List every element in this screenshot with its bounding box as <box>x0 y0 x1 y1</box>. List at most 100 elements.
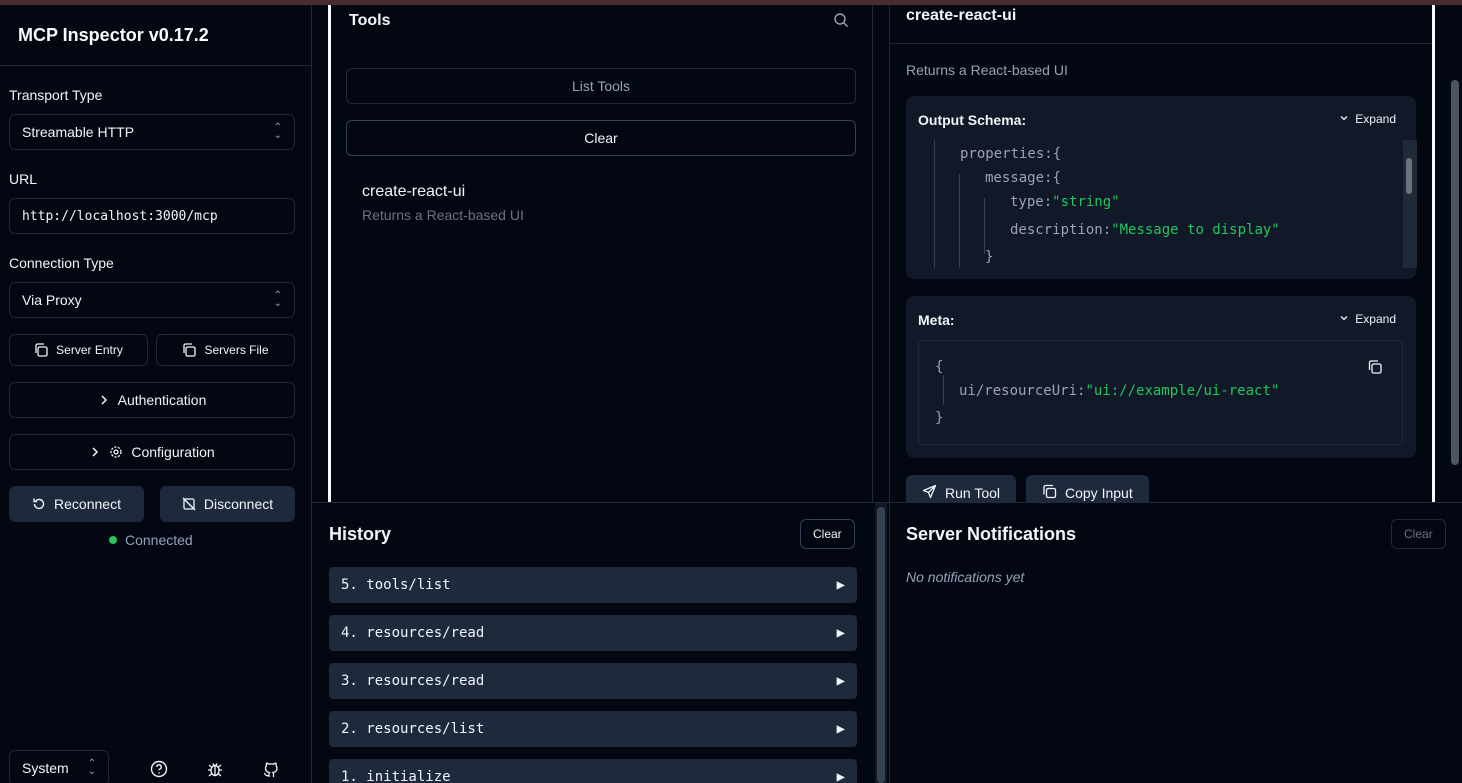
history-title: History <box>329 524 392 544</box>
server-notifications-panel: Server Notifications Clear No notificati… <box>889 503 1462 783</box>
tools-title: Tools <box>349 12 391 29</box>
history-item[interactable]: 2. resources/list ▶ <box>329 711 857 747</box>
code-brace: { <box>1052 146 1062 162</box>
connection-status: Connected <box>109 532 193 548</box>
reconnect-label: Reconnect <box>54 496 121 512</box>
copy-icon <box>1042 484 1057 502</box>
code-brace: } <box>935 410 944 426</box>
url-input[interactable]: http://localhost:3000/mcp <box>9 198 295 234</box>
connection-type-select[interactable]: Via Proxy ⌃ ⌄ <box>9 282 295 318</box>
history-item-label: 4. resources/read <box>341 625 485 641</box>
history-item-label: 1. initialize <box>341 769 451 783</box>
send-icon <box>922 484 937 502</box>
expand-schema-button[interactable]: Expand <box>1339 112 1396 126</box>
run-tool-button[interactable]: Run Tool <box>906 475 1017 502</box>
server-entry-label: Server Entry <box>56 343 123 357</box>
status-dot-icon <box>109 536 117 544</box>
search-icon[interactable] <box>833 12 849 33</box>
run-tool-label: Run Tool <box>945 485 1001 501</box>
copy-input-label: Copy Input <box>1065 485 1133 501</box>
notifications-empty-text: No notifications yet <box>906 569 1025 585</box>
chevron-down-icon <box>1339 112 1349 126</box>
tool-detail-description: Returns a React-based UI <box>906 62 1068 78</box>
indent-guide <box>959 174 960 268</box>
disconnect-button[interactable]: Disconnect <box>160 486 295 522</box>
tool-detail-title: create-react-ui <box>906 7 1017 24</box>
authentication-toggle[interactable]: Authentication <box>9 382 295 418</box>
url-value: http://localhost:3000/mcp <box>22 208 218 224</box>
reconnect-button[interactable]: Reconnect <box>9 486 144 522</box>
history-scrollbar-thumb[interactable] <box>877 507 885 783</box>
code-brace: { <box>935 359 944 375</box>
clear-tools-button[interactable]: Clear <box>346 120 856 156</box>
list-tools-button[interactable]: List Tools <box>346 68 856 104</box>
chevron-up-down-icon: ⌃ ⌄ <box>273 290 282 309</box>
history-item[interactable]: 1. initialize ▶ <box>329 759 857 783</box>
indent-guide <box>943 375 944 405</box>
configuration-toggle[interactable]: Configuration <box>9 434 295 470</box>
history-panel: History Clear 5. tools/list ▶ 4. resource… <box>312 503 873 783</box>
disconnect-label: Disconnect <box>203 496 274 512</box>
code-string: "Message to display" <box>1111 222 1280 238</box>
server-entry-button[interactable]: Server Entry <box>9 334 148 366</box>
history-item[interactable]: 5. tools/list ▶ <box>329 567 857 603</box>
connection-type-label: Connection Type <box>9 255 114 271</box>
copy-icon[interactable] <box>1367 359 1383 380</box>
code-key: description: <box>1010 222 1112 238</box>
refresh-icon <box>32 497 46 511</box>
help-icon[interactable] <box>150 760 168 778</box>
clear-history-button[interactable]: Clear <box>800 519 855 549</box>
chevron-up-down-icon: ⌃ ⌄ <box>87 758 96 777</box>
meta-card: Meta: Expand { ui/resourceUri:"ui://exam… <box>906 296 1416 458</box>
history-item-label: 2. resources/list <box>341 721 485 737</box>
chevron-down-icon <box>1339 312 1349 326</box>
tool-item-description: Returns a React-based UI <box>362 207 524 223</box>
app-title: MCP Inspector v0.17.2 <box>18 25 209 45</box>
transport-type-label: Transport Type <box>9 87 103 103</box>
gear-icon <box>109 445 123 459</box>
connection-status-label: Connected <box>125 532 193 548</box>
code-brace: } <box>985 249 994 265</box>
configuration-label: Configuration <box>131 444 215 460</box>
meta-json-box: { ui/resourceUri:"ui://example/ui-react"… <box>918 340 1403 445</box>
code-brace: { <box>1052 170 1061 186</box>
chevron-up-down-icon: ⌃ ⌄ <box>273 122 282 141</box>
code-key: ui/resourceUri: <box>959 383 1086 399</box>
divider <box>890 43 1432 44</box>
authentication-label: Authentication <box>117 392 207 408</box>
code-string: "string" <box>1052 194 1120 210</box>
indent-guide <box>934 140 935 268</box>
transport-type-value: Streamable HTTP <box>22 124 135 140</box>
history-item[interactable]: 3. resources/read ▶ <box>329 663 857 699</box>
copy-icon <box>34 343 48 357</box>
divider <box>0 65 311 66</box>
connection-type-value: Via Proxy <box>22 292 82 308</box>
schema-scrollbar-thumb[interactable] <box>1406 158 1412 194</box>
play-icon: ▶ <box>836 721 845 737</box>
history-item[interactable]: 4. resources/read ▶ <box>329 615 857 651</box>
code-string: "ui://example/ui-react" <box>1085 383 1280 399</box>
play-icon: ▶ <box>836 577 845 593</box>
meta-label: Meta: <box>918 312 955 328</box>
output-schema-label: Output Schema: <box>918 112 1027 128</box>
expand-meta-button[interactable]: Expand <box>1339 312 1396 326</box>
sidebar: MCP Inspector v0.17.2 Transport Type Str… <box>0 5 312 783</box>
servers-file-button[interactable]: Servers File <box>156 334 295 366</box>
bug-icon[interactable] <box>206 760 224 778</box>
copy-input-button[interactable]: Copy Input <box>1026 475 1149 502</box>
theme-select[interactable]: System ⌃ ⌄ <box>9 750 109 783</box>
code-key: properties: <box>960 146 1053 162</box>
play-icon: ▶ <box>836 769 845 783</box>
chevron-right-icon <box>98 394 110 406</box>
history-item-label: 3. resources/read <box>341 673 485 689</box>
code-key: message: <box>985 170 1053 186</box>
transport-type-select[interactable]: Streamable HTTP ⌃ ⌄ <box>9 114 295 150</box>
clear-notifications-button[interactable]: Clear <box>1391 519 1446 549</box>
url-label: URL <box>9 171 38 187</box>
play-icon: ▶ <box>836 625 845 641</box>
detail-scrollbar-thumb[interactable] <box>1451 80 1459 465</box>
copy-icon <box>182 343 197 357</box>
theme-value: System <box>22 760 69 776</box>
github-icon[interactable] <box>262 760 280 778</box>
tool-item-name[interactable]: create-react-ui <box>362 183 465 201</box>
